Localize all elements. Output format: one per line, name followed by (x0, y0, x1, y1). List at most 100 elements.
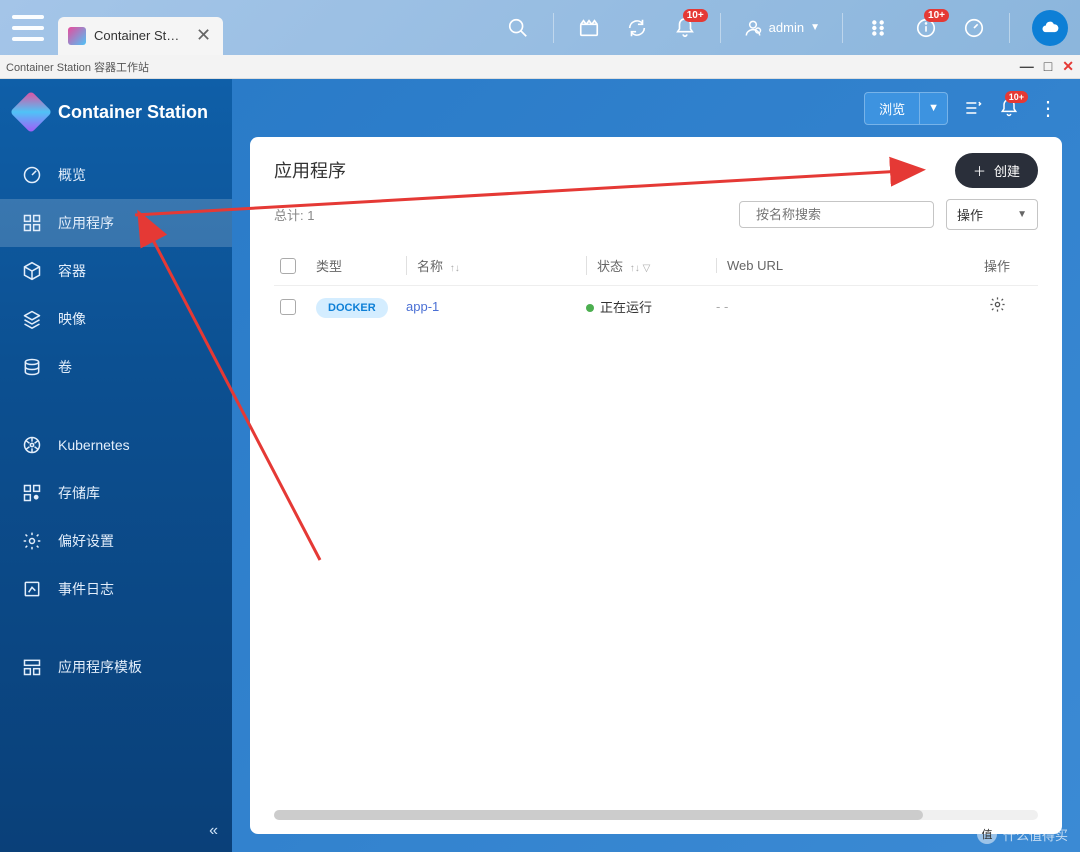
action-dropdown[interactable]: 操作 ▼ (946, 199, 1038, 230)
window-titlebar: Container Station 容器工作站 — □ ✕ (0, 55, 1080, 79)
sidebar-item-preferences[interactable]: 偏好设置 (0, 517, 232, 565)
os-top-bar: Container Sta... ✕ 10+ admin ▼ 10+ (0, 0, 1080, 55)
scrollbar-thumb[interactable] (274, 810, 923, 820)
sidebar-item-eventlog[interactable]: 事件日志 (0, 565, 232, 613)
sidebar-item-kubernetes[interactable]: Kubernetes (0, 421, 232, 469)
info-icon[interactable]: 10+ (913, 15, 939, 41)
gear-icon (22, 531, 42, 551)
select-all-checkbox[interactable] (280, 258, 296, 274)
create-button[interactable]: ＋ 创建 (955, 153, 1038, 188)
notification-badge: 10+ (1005, 91, 1028, 103)
watermark-text: 什么值得买 (1003, 825, 1068, 844)
sidebar-item-images[interactable]: 映像 (0, 295, 232, 343)
col-status[interactable]: 状态 ↑↓ ▽ (586, 256, 716, 275)
nav-label: 偏好设置 (58, 531, 114, 551)
app-name-link[interactable]: app-1 (406, 299, 439, 314)
nav-label: 应用程序模板 (58, 657, 142, 677)
col-weburl[interactable]: Web URL (716, 258, 962, 273)
app-tab[interactable]: Container Sta... ✕ (58, 17, 223, 55)
row-checkbox[interactable] (280, 299, 296, 315)
chevron-down-icon: ▼ (1017, 209, 1027, 220)
action-label: 操作 (957, 205, 983, 224)
search-input-wrapper[interactable] (739, 201, 934, 228)
collapse-sidebar-icon[interactable]: « (209, 822, 218, 840)
minimize-button[interactable]: — (1020, 58, 1034, 75)
clapper-icon[interactable] (576, 15, 602, 41)
col-ops: 操作 (962, 256, 1032, 275)
brand: Container Station (0, 79, 232, 151)
col-type[interactable]: 类型 (316, 256, 406, 275)
toolbar-row: 总计: 1 操作 ▼ (274, 199, 1038, 230)
close-button[interactable]: ✕ (1062, 58, 1074, 75)
notification-badge: 10+ (683, 9, 708, 22)
nav-label: 卷 (58, 357, 72, 377)
nav-label: 容器 (58, 261, 86, 281)
chevron-down-icon[interactable]: ▼ (920, 96, 947, 120)
sidebar-item-storage[interactable]: 存储库 (0, 469, 232, 517)
table-row[interactable]: DOCKER app-1 正在运行 - - (274, 286, 1038, 328)
browse-label: 浏览 (865, 93, 920, 124)
search-input[interactable] (756, 207, 932, 222)
bell-icon[interactable]: 10+ (998, 97, 1020, 119)
tasks-icon[interactable] (962, 97, 984, 119)
more-icon[interactable]: ⋮ (1034, 96, 1062, 121)
brand-name: Container Station (58, 102, 208, 123)
app-header: 浏览 ▼ 10+ ⋮ (232, 79, 1080, 137)
browse-button[interactable]: 浏览 ▼ (864, 92, 948, 125)
database-icon (22, 357, 42, 377)
web-url: - - (716, 299, 728, 314)
nav-label: 应用程序 (58, 213, 114, 233)
nav-label: 概览 (58, 165, 86, 185)
user-name: admin (769, 20, 804, 35)
horizontal-scrollbar[interactable] (274, 810, 1038, 820)
app-tab-icon (68, 27, 86, 45)
nav-label: 存储库 (58, 483, 100, 503)
watermark-icon: 值 (977, 824, 997, 844)
user-menu[interactable]: admin ▼ (743, 18, 820, 38)
total-count: 总计: 1 (274, 205, 314, 224)
create-label: 创建 (994, 161, 1020, 180)
status-dot-icon (586, 304, 594, 312)
apps-icon (22, 213, 42, 233)
col-name[interactable]: 名称 ↑↓ (406, 256, 586, 275)
sort-icon: ↑↓ (447, 263, 460, 274)
cube-icon (22, 261, 42, 281)
gauge-icon (22, 165, 42, 185)
nav-label: 事件日志 (58, 579, 114, 599)
log-icon (22, 579, 42, 599)
app-container: Container Station 概览 应用程序 容器 映像 卷 (0, 79, 1080, 852)
sidebar: Container Station 概览 应用程序 容器 映像 卷 (0, 79, 232, 852)
sidebar-item-volumes[interactable]: 卷 (0, 343, 232, 391)
layers-icon (22, 309, 42, 329)
content-panel: ＋ 创建 应用程序 总计: 1 操作 ▼ 类型 (250, 137, 1062, 834)
refresh-icon[interactable] (624, 15, 650, 41)
menu-icon[interactable] (12, 15, 44, 41)
kubernetes-icon (22, 435, 42, 455)
cloud-icon[interactable] (1032, 10, 1068, 46)
template-icon (22, 657, 42, 677)
app-tab-label: Container Sta... (94, 28, 184, 43)
dots-vertical-icon[interactable] (865, 15, 891, 41)
sidebar-item-applications[interactable]: 应用程序 (0, 199, 232, 247)
bell-icon[interactable]: 10+ (672, 15, 698, 41)
os-tray: 10+ admin ▼ 10+ (505, 10, 1068, 46)
search-icon[interactable] (505, 15, 531, 41)
window-title: Container Station 容器工作站 (6, 59, 1020, 75)
status-text: 正在运行 (600, 300, 652, 315)
close-icon[interactable]: ✕ (192, 25, 215, 46)
maximize-button[interactable]: □ (1044, 58, 1052, 75)
info-badge: 10+ (924, 9, 949, 22)
plus-icon: ＋ (973, 161, 986, 180)
sort-filter-icon: ↑↓ ▽ (627, 263, 650, 274)
sidebar-item-templates[interactable]: 应用程序模板 (0, 643, 232, 691)
sidebar-item-overview[interactable]: 概览 (0, 151, 232, 199)
watermark: 值 什么值得买 (977, 824, 1068, 844)
type-badge: DOCKER (316, 298, 388, 318)
row-gear-icon[interactable] (989, 300, 1006, 317)
main-area: 浏览 ▼ 10+ ⋮ ＋ 创建 应用程序 总计: 1 (232, 79, 1080, 852)
sidebar-item-containers[interactable]: 容器 (0, 247, 232, 295)
brand-logo-icon (10, 91, 52, 133)
table-header: 类型 名称 ↑↓ 状态 ↑↓ ▽ Web URL 操作 (274, 246, 1038, 286)
dashboard-icon[interactable] (961, 15, 987, 41)
storage-icon (22, 483, 42, 503)
